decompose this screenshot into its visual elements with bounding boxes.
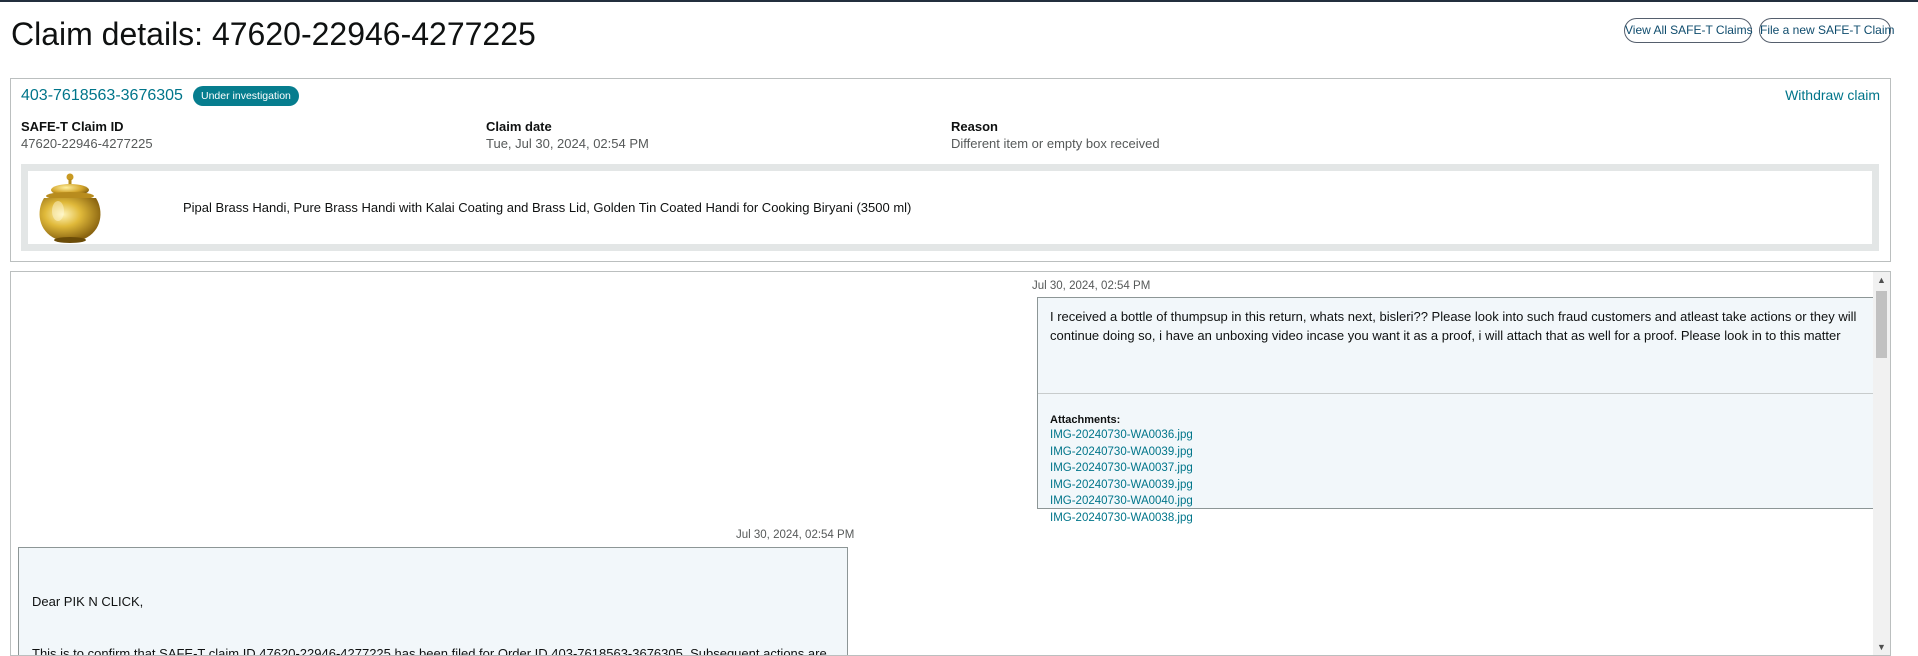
- reason-value: Different item or empty box received: [951, 136, 1160, 151]
- product-image: [39, 173, 101, 243]
- scroll-up-arrow-icon[interactable]: ▲: [1873, 272, 1890, 289]
- claim-date-label: Claim date: [486, 119, 552, 134]
- top-border: [0, 0, 1918, 2]
- claim-summary-card: 403-7618563-3676305 Under investigation …: [10, 78, 1891, 262]
- status-badge: Under investigation: [193, 86, 299, 106]
- reason-label: Reason: [951, 119, 998, 134]
- attachment-link[interactable]: IMG-20240730-WA0039.jpg: [1050, 444, 1193, 461]
- message-timestamp: Jul 30, 2024, 02:54 PM: [1032, 280, 1151, 292]
- attachment-link[interactable]: IMG-20240730-WA0038.jpg: [1050, 510, 1193, 527]
- attachment-link[interactable]: IMG-20240730-WA0039.jpg: [1050, 477, 1193, 494]
- divider: [1038, 393, 1876, 394]
- message-text: I received a bottle of thumpsup in this …: [1050, 309, 1857, 343]
- attachments-label: Attachments:: [1050, 414, 1121, 426]
- message-thread[interactable]: Jul 30, 2024, 02:54 PM I received a bott…: [10, 271, 1891, 656]
- order-id-link[interactable]: 403-7618563-3676305: [21, 85, 183, 107]
- page-title: Claim details: 47620-22946-4277225: [11, 16, 536, 52]
- amazon-message: Dear PIK N CLICK, This is to confirm tha…: [18, 547, 848, 656]
- claim-date-value: Tue, Jul 30, 2024, 02:54 PM: [486, 136, 649, 151]
- product-name: Pipal Brass Handi, Pure Brass Handi with…: [183, 200, 912, 215]
- product-row: Pipal Brass Handi, Pure Brass Handi with…: [21, 164, 1879, 251]
- view-all-claims-button[interactable]: View All SAFE-T Claims: [1624, 18, 1753, 43]
- scrollbar-thumb[interactable]: [1876, 291, 1887, 358]
- attachments-list: IMG-20240730-WA0036.jpg IMG-20240730-WA0…: [1050, 427, 1193, 526]
- withdraw-claim-link[interactable]: Withdraw claim: [1785, 85, 1880, 105]
- attachment-link[interactable]: IMG-20240730-WA0040.jpg: [1050, 493, 1193, 510]
- claim-id-label: SAFE-T Claim ID: [21, 119, 124, 134]
- attachment-link[interactable]: IMG-20240730-WA0036.jpg: [1050, 427, 1193, 444]
- file-new-claim-button[interactable]: File a new SAFE-T Claim: [1759, 18, 1894, 43]
- attachment-link[interactable]: IMG-20240730-WA0037.jpg: [1050, 460, 1193, 477]
- claim-id-value: 47620-22946-4277225: [21, 136, 153, 151]
- scroll-down-arrow-icon[interactable]: ▼: [1873, 639, 1890, 655]
- message-greeting: Dear PIK N CLICK,: [32, 594, 144, 609]
- message-timestamp: Jul 30, 2024, 02:54 PM: [736, 529, 855, 541]
- message-text: This is to confirm that SAFE-T claim ID …: [32, 646, 827, 656]
- seller-message: I received a bottle of thumpsup in this …: [1037, 297, 1877, 524]
- vertical-scrollbar[interactable]: ▲ ▼: [1873, 272, 1890, 655]
